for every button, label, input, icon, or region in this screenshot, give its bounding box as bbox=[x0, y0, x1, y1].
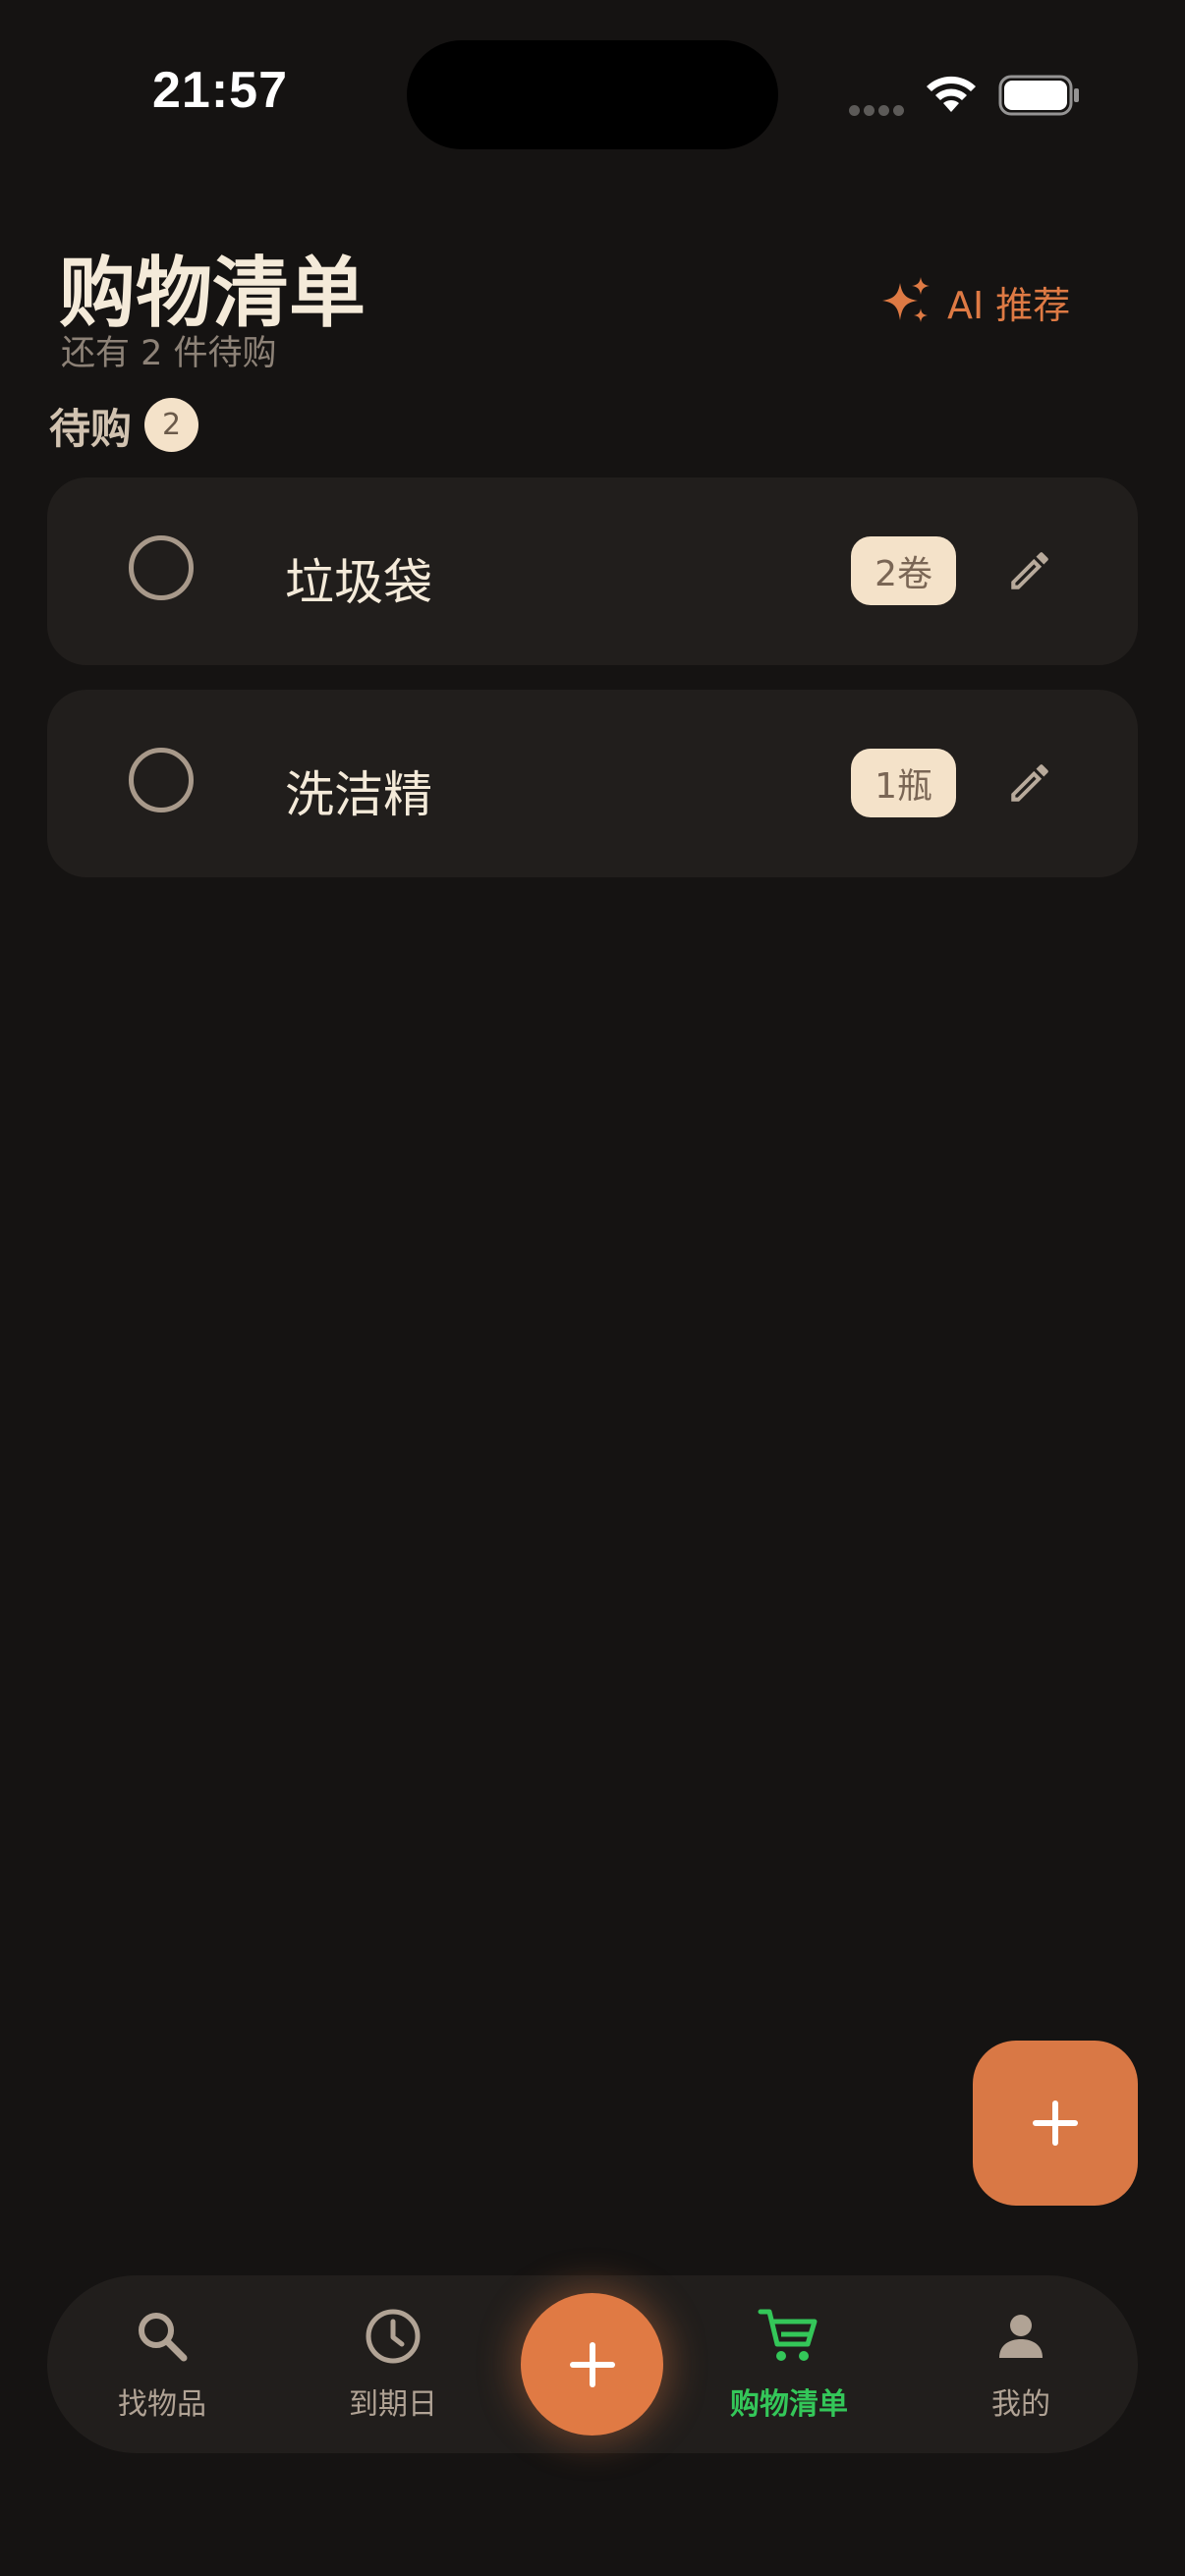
plus-icon bbox=[1033, 2100, 1078, 2146]
nav-item-find[interactable]: 找物品 bbox=[64, 2305, 260, 2442]
nav-item-shopping-list[interactable]: 购物清单 bbox=[691, 2305, 887, 2442]
section-label: 待购 bbox=[49, 405, 133, 453]
nav-item-expiry[interactable]: 到期日 bbox=[295, 2305, 491, 2442]
person-icon bbox=[999, 2315, 1043, 2358]
screen: 21:57 购物清单 还有 2 件待购 AI 推荐 待购 2 垃圾袋 2卷 洗洁… bbox=[0, 0, 1185, 2576]
add-item-fab[interactable] bbox=[973, 2041, 1138, 2206]
sparkles-icon bbox=[882, 277, 930, 322]
item-name: 洗洁精 bbox=[285, 766, 432, 823]
search-icon bbox=[139, 2313, 188, 2362]
item-quantity-badge: 2卷 bbox=[851, 536, 956, 605]
cart-icon bbox=[758, 2309, 818, 2361]
nav-item-profile[interactable]: 我的 bbox=[923, 2305, 1119, 2442]
clock-icon bbox=[366, 2309, 421, 2364]
bottom-nav: 找物品 到期日 购物清单 我的 bbox=[47, 2275, 1138, 2453]
status-time: 21:57 bbox=[152, 62, 288, 119]
wifi-icon bbox=[927, 76, 976, 112]
dynamic-island bbox=[407, 40, 778, 149]
page-subtitle: 还有 2 件待购 bbox=[61, 334, 277, 373]
edit-icon[interactable] bbox=[1005, 546, 1054, 595]
nav-label: 找物品 bbox=[118, 2387, 206, 2422]
nav-label: 我的 bbox=[991, 2387, 1050, 2422]
section-count-badge: 2 bbox=[144, 398, 198, 452]
signal-icon bbox=[849, 101, 908, 116]
list-item[interactable]: 洗洁精 1瓶 bbox=[47, 690, 1138, 877]
center-add-button[interactable] bbox=[521, 2293, 663, 2436]
nav-label: 购物清单 bbox=[730, 2387, 848, 2422]
ai-recommend-label: AI 推荐 bbox=[947, 283, 1071, 327]
item-checkbox[interactable] bbox=[129, 535, 194, 600]
battery-icon bbox=[998, 75, 1079, 116]
plus-icon bbox=[569, 2341, 615, 2387]
item-name: 垃圾袋 bbox=[285, 554, 432, 611]
item-quantity-badge: 1瓶 bbox=[851, 749, 956, 817]
ai-recommend-button[interactable]: AI 推荐 bbox=[882, 271, 1070, 332]
edit-icon[interactable] bbox=[1005, 758, 1054, 808]
nav-label: 到期日 bbox=[349, 2387, 437, 2422]
list-item[interactable]: 垃圾袋 2卷 bbox=[47, 477, 1138, 665]
item-checkbox[interactable] bbox=[129, 748, 194, 812]
